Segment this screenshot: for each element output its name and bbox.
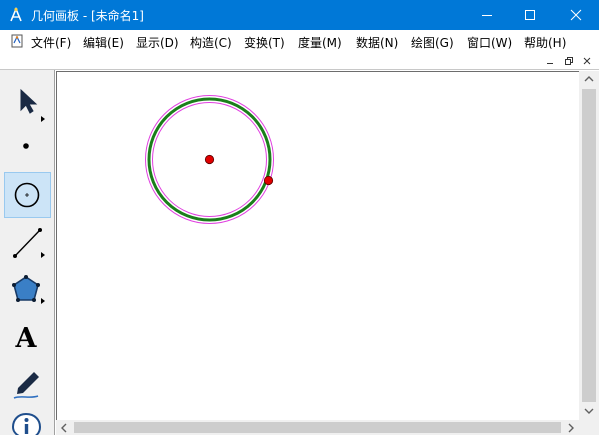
menu-data[interactable]: 数据(N) <box>356 34 398 51</box>
circle-center-point[interactable] <box>204 154 215 165</box>
minimize-icon <box>482 15 492 16</box>
polygon-tool[interactable] <box>4 268 51 314</box>
scroll-down-icon[interactable] <box>584 407 594 418</box>
close-icon <box>570 9 582 21</box>
menu-bar: 文件(F) 编辑(E) 显示(D) 构造(C) 变换(T) 度量(M) 数据(N… <box>0 30 599 52</box>
straightedge-tool[interactable] <box>4 220 51 266</box>
menu-window[interactable]: 窗口(W) <box>467 34 512 51</box>
information-tool[interactable] <box>4 408 51 435</box>
menu-edit[interactable]: 编辑(E) <box>83 34 124 51</box>
sketch-drawing <box>145 95 274 224</box>
straightedge-icon <box>13 228 45 258</box>
doc-minimize-button[interactable] <box>542 54 558 68</box>
title-bar[interactable]: 几何画板 - [未命名1] <box>0 0 599 30</box>
text-tool-icon: A <box>15 323 38 354</box>
selection-arrow-tool[interactable] <box>4 78 51 124</box>
menu-measure[interactable]: 度量(M) <box>298 34 342 51</box>
menu-help[interactable]: 帮助(H) <box>524 34 566 51</box>
compass-circle-icon <box>14 182 40 208</box>
compass-tool[interactable] <box>4 172 51 218</box>
arrow-select-icon <box>20 88 45 122</box>
point-tool-icon <box>23 143 29 149</box>
horizontal-scrollbar[interactable] <box>56 420 579 435</box>
circle-radius-point[interactable] <box>263 175 274 186</box>
window-title: 几何画板 - [未命名1] <box>31 9 144 23</box>
vertical-scroll-thumb[interactable] <box>582 89 596 402</box>
minimize-icon <box>547 63 553 64</box>
text-tool[interactable]: A <box>4 316 51 362</box>
marker-tool[interactable] <box>4 362 51 408</box>
horizontal-scroll-thumb[interactable] <box>74 422 561 433</box>
minimize-button[interactable] <box>464 0 510 30</box>
scrollbar-corner <box>579 420 599 435</box>
marker-pen-icon <box>13 372 39 399</box>
doc-restore-button[interactable] <box>561 54 577 68</box>
maximize-button[interactable] <box>507 0 553 30</box>
menu-display[interactable]: 显示(D) <box>136 34 179 51</box>
close-icon <box>583 57 591 65</box>
text-tool-glyph: A <box>15 323 38 354</box>
menu-construct[interactable]: 构造(C) <box>190 34 232 51</box>
menu-transform[interactable]: 变换(T) <box>244 34 285 51</box>
document-icon[interactable] <box>10 34 24 48</box>
toolbox: A <box>0 70 55 435</box>
maximize-icon <box>525 10 535 20</box>
scroll-up-icon[interactable] <box>584 75 594 86</box>
scroll-left-icon[interactable] <box>60 423 68 435</box>
point-tool[interactable] <box>4 124 51 170</box>
restore-icon <box>565 57 573 65</box>
scroll-right-icon[interactable] <box>567 423 575 435</box>
vertical-scrollbar[interactable] <box>579 71 599 420</box>
mdi-control-bar <box>0 52 599 70</box>
app-icon <box>10 7 22 22</box>
doc-close-button[interactable] <box>579 54 595 68</box>
menu-file[interactable]: 文件(F) <box>31 34 71 51</box>
information-icon <box>11 412 42 435</box>
polygon-tool-icon <box>12 275 45 304</box>
close-button[interactable] <box>553 0 599 30</box>
sketch-canvas[interactable] <box>56 71 579 420</box>
menu-graph[interactable]: 绘图(G) <box>411 34 454 51</box>
